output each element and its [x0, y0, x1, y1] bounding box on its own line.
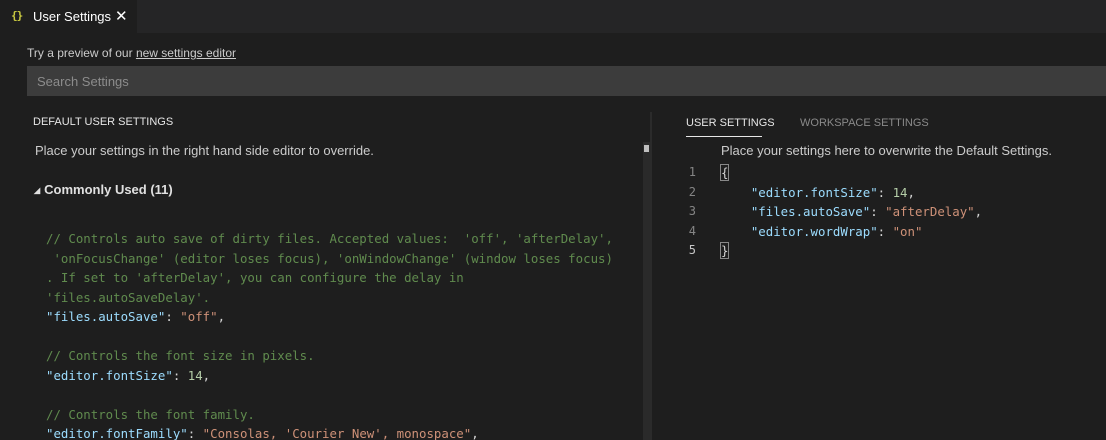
default-settings-code[interactable]: // Controls auto save of dirty files. Ac…	[46, 229, 642, 440]
string-value: "off"	[180, 309, 218, 324]
expanded-triangle-icon: ◢	[34, 186, 41, 195]
code-line: 'onFocusChange' (editor loses focus), 'o…	[46, 249, 642, 269]
code-punctuation	[721, 224, 751, 239]
user-settings-editor[interactable]: { "editor.fontSize": 14, "files.autoSave…	[720, 163, 982, 261]
tab-label: User Settings	[33, 9, 112, 24]
preview-notice-text: Try a preview of our	[27, 46, 136, 60]
code-comment: 'onFocusChange' (editor loses focus), 'o…	[46, 250, 613, 266]
number-value: 14	[187, 367, 203, 383]
code-line: "editor.wordWrap": "on"	[721, 222, 982, 242]
code-line: 'files.autoSaveDelay'.	[46, 288, 642, 308]
setting-key: "editor.wordWrap"	[750, 223, 878, 239]
setting-key: "editor.fontFamily"	[46, 426, 188, 440]
user-settings-pane: USER SETTINGS WORKSPACE SETTINGS Place y…	[652, 112, 1106, 440]
code-comment: // Controls auto save of dirty files. Ac…	[46, 231, 613, 246]
json-brace: }	[720, 242, 730, 259]
line-number: 2	[688, 184, 696, 199]
settings-header: Try a preview of our new settings editor	[0, 33, 1106, 112]
group-commonly-used[interactable]: ◢ Commonly Used (11)	[34, 182, 173, 197]
string-value: "on"	[892, 223, 923, 239]
code-line: // Controls the font size in pixels.	[46, 346, 642, 366]
json-file-icon: {}	[11, 9, 23, 22]
string-value: "afterDelay"	[885, 204, 975, 219]
code-comment: 'files.autoSaveDelay'.	[46, 289, 211, 305]
code-line: "files.autoSave": "off",	[46, 307, 642, 327]
default-settings-description: Place your settings in the right hand si…	[35, 143, 374, 158]
code-punctuation: ,	[907, 184, 915, 200]
code-punctuation: ,	[471, 426, 479, 440]
code-punctuation: :	[187, 426, 203, 440]
default-settings-title: DEFAULT USER SETTINGS	[33, 116, 174, 128]
line-number: 5	[688, 243, 696, 257]
tab-workspace-settings[interactable]: WORKSPACE SETTINGS	[800, 117, 929, 129]
setting-key: "files.autoSave"	[750, 204, 871, 219]
code-line: // Controls the font family.	[46, 405, 642, 425]
code-line: "editor.fontFamily": "Consolas, 'Courier…	[46, 424, 642, 440]
code-punctuation: :	[870, 204, 886, 219]
editor-tab-bar: {} User Settings ✕	[0, 0, 1106, 33]
code-line: "files.autoSave": "afterDelay",	[721, 202, 982, 222]
default-settings-pane: DEFAULT USER SETTINGS Place your setting…	[0, 112, 650, 440]
vertical-scrollbar[interactable]	[643, 142, 650, 440]
setting-key: "editor.fontSize"	[750, 184, 878, 200]
group-label: Commonly Used (11)	[44, 182, 173, 197]
line-number-gutter: 1 2 3 4 5	[652, 163, 696, 261]
code-line: "editor.fontSize": 14,	[721, 183, 982, 203]
setting-key: "files.autoSave"	[46, 309, 166, 324]
preview-notice: Try a preview of our new settings editor	[27, 46, 236, 60]
code-comment: // Controls the font family.	[46, 406, 255, 422]
close-icon[interactable]: ✕	[115, 7, 128, 25]
search-input[interactable]	[27, 66, 1106, 96]
user-settings-description: Place your settings here to overwrite th…	[721, 143, 1052, 158]
code-punctuation: :	[165, 309, 181, 324]
code-punctuation	[721, 204, 751, 219]
scrollbar-thumb[interactable]	[644, 145, 649, 152]
code-punctuation: :	[877, 184, 893, 200]
line-number: 4	[688, 223, 696, 238]
json-brace: {	[720, 164, 730, 181]
code-comment: . If set to 'afterDelay', you can config…	[46, 270, 464, 285]
code-comment: // Controls the font size in pixels.	[46, 348, 315, 363]
tab-user-settings-scope[interactable]: USER SETTINGS	[686, 117, 775, 129]
code-punctuation: ,	[974, 204, 983, 219]
active-tab-underline	[686, 136, 762, 137]
new-settings-editor-link[interactable]: new settings editor	[136, 46, 236, 60]
code-line: }	[720, 241, 982, 261]
code-punctuation: :	[172, 367, 188, 383]
line-number: 1	[688, 165, 696, 179]
string-value: "Consolas, 'Courier New', monospace"	[202, 426, 472, 440]
code-punctuation: :	[877, 223, 893, 239]
number-value: 14	[892, 184, 908, 200]
tab-user-settings[interactable]: {} User Settings ✕	[0, 0, 137, 33]
code-line: . If set to 'afterDelay', you can config…	[46, 268, 642, 288]
code-line: "editor.fontSize": 14,	[46, 366, 642, 386]
line-number: 3	[688, 204, 696, 218]
code-punctuation: ,	[202, 367, 211, 383]
code-line: // Controls auto save of dirty files. Ac…	[46, 229, 642, 249]
code-punctuation: ,	[217, 309, 226, 324]
setting-key: "editor.fontSize"	[46, 367, 173, 383]
search-box	[27, 66, 1106, 96]
code-line: {	[720, 163, 982, 183]
code-punctuation	[721, 185, 751, 200]
